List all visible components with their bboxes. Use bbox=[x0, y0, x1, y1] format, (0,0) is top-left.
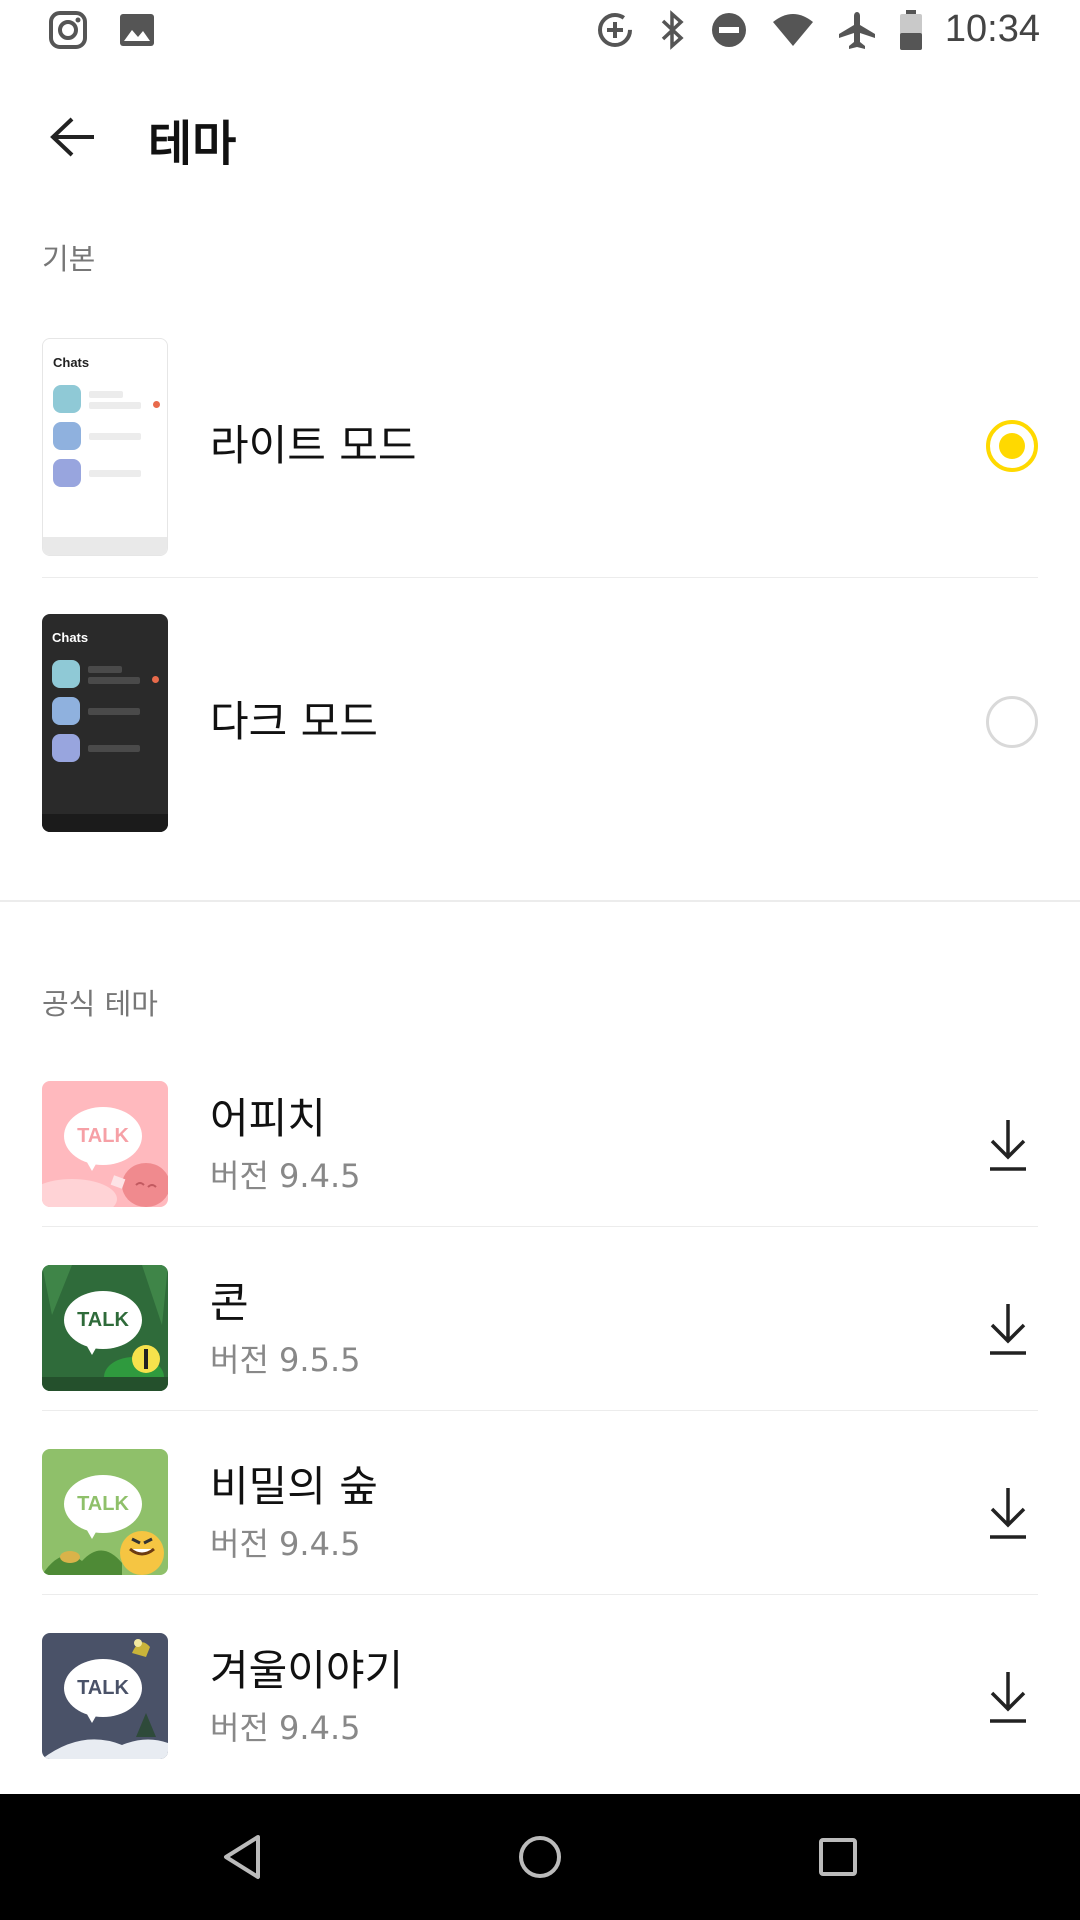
recents-square-icon bbox=[819, 1838, 857, 1876]
official-section-label: 공식 테마 bbox=[42, 987, 158, 1021]
preview-bottom-bar bbox=[43, 537, 167, 555]
theme-label: 다크 모드 bbox=[210, 697, 378, 746]
theme-name: 콘 bbox=[210, 1278, 249, 1327]
thumb-talk-text: TALK bbox=[77, 1676, 129, 1699]
home-circle-icon bbox=[519, 1836, 561, 1878]
preview-line bbox=[89, 433, 141, 440]
light-mode-radio[interactable] bbox=[986, 420, 1038, 472]
preview-line bbox=[88, 745, 140, 752]
theme-name: 어피치 bbox=[210, 1094, 326, 1143]
download-button[interactable] bbox=[978, 1657, 1038, 1737]
back-triangle-icon bbox=[224, 1835, 260, 1879]
official-theme-apeach[interactable]: TALK 어피치 버전 9.4.5 bbox=[42, 1043, 1038, 1227]
data-saver-icon bbox=[597, 12, 632, 47]
download-icon bbox=[990, 1120, 1026, 1171]
theme-version: 버전 9.4.5 bbox=[210, 1157, 361, 1195]
talk-bubble-tail bbox=[84, 1525, 100, 1539]
talk-bubble-tail bbox=[84, 1341, 100, 1355]
preview-line bbox=[89, 470, 141, 477]
preview-title: Chats bbox=[52, 630, 89, 645]
preview-badge bbox=[152, 676, 159, 683]
download-icon bbox=[990, 1488, 1026, 1539]
bluetooth-icon bbox=[661, 9, 684, 50]
theme-version: 버전 9.4.5 bbox=[210, 1525, 361, 1563]
preview-line bbox=[88, 708, 140, 715]
back-button[interactable] bbox=[38, 102, 108, 172]
thumb-talk-text: TALK bbox=[77, 1124, 129, 1147]
nav-home-button[interactable] bbox=[510, 1827, 570, 1887]
preview-badge bbox=[153, 401, 160, 408]
system-nav-bar bbox=[0, 1794, 1080, 1920]
winter-story-theme-thumbnail: TALK bbox=[42, 1633, 168, 1759]
basic-section-label: 기본 bbox=[42, 242, 96, 276]
theme-option-light-mode[interactable]: Chats 라이트 모드 bbox=[42, 308, 1038, 578]
wifi-icon bbox=[772, 13, 813, 46]
preview-line bbox=[88, 666, 122, 673]
section-divider bbox=[0, 900, 1080, 902]
dark-mode-preview: Chats bbox=[42, 614, 168, 832]
preview-line bbox=[89, 402, 141, 409]
talk-bubble-tail bbox=[84, 1709, 100, 1723]
download-button[interactable] bbox=[978, 1289, 1038, 1369]
light-mode-preview: Chats bbox=[42, 338, 168, 556]
nav-back-button[interactable] bbox=[212, 1827, 272, 1887]
thumb-talk-text: TALK bbox=[77, 1492, 129, 1515]
battery-icon bbox=[899, 9, 922, 50]
official-theme-con[interactable]: TALK 콘 버전 9.5.5 bbox=[42, 1227, 1038, 1411]
image-icon bbox=[120, 14, 154, 46]
do-not-disturb-icon bbox=[711, 12, 746, 47]
page-title: 테마 bbox=[148, 116, 237, 172]
preview-line bbox=[88, 677, 140, 684]
preview-chat-avatar bbox=[53, 422, 81, 450]
preview-chat-avatar bbox=[52, 697, 80, 725]
theme-name: 비밀의 숲 bbox=[210, 1462, 378, 1511]
status-right-icons: 10:34 bbox=[595, 8, 1040, 51]
preview-bottom-bar bbox=[42, 814, 168, 832]
theme-option-dark-mode[interactable]: Chats 다크 모드 bbox=[42, 584, 1038, 854]
airplane-mode-icon bbox=[838, 11, 875, 49]
con-theme-thumbnail: TALK bbox=[42, 1265, 168, 1391]
preview-title: Chats bbox=[53, 355, 90, 370]
dark-mode-radio[interactable] bbox=[986, 696, 1038, 748]
theme-name: 겨울이야기 bbox=[210, 1646, 404, 1695]
apeach-theme-thumbnail: TALK bbox=[42, 1081, 168, 1207]
theme-version: 버전 9.5.5 bbox=[210, 1341, 361, 1379]
talk-bubble: TALK bbox=[64, 1659, 142, 1717]
download-button[interactable] bbox=[978, 1105, 1038, 1185]
talk-bubble: TALK bbox=[64, 1107, 142, 1165]
nav-recents-button[interactable] bbox=[808, 1827, 868, 1887]
instagram-icon bbox=[49, 11, 87, 49]
thumb-talk-text: TALK bbox=[77, 1308, 129, 1331]
status-time: 10:34 bbox=[944, 8, 1040, 50]
talk-bubble: TALK bbox=[64, 1291, 142, 1349]
talk-bubble: TALK bbox=[64, 1475, 142, 1533]
talk-bubble-tail bbox=[84, 1157, 100, 1171]
preview-chat-avatar bbox=[52, 660, 80, 688]
download-button[interactable] bbox=[978, 1473, 1038, 1553]
arrow-left-icon bbox=[50, 117, 94, 157]
status-bar: 10:34 bbox=[0, 0, 1080, 64]
download-icon bbox=[990, 1672, 1026, 1723]
theme-version: 버전 9.4.5 bbox=[210, 1709, 361, 1747]
download-icon bbox=[990, 1304, 1026, 1355]
status-left-icons bbox=[48, 10, 156, 50]
preview-chat-avatar bbox=[52, 734, 80, 762]
secret-forest-theme-thumbnail: TALK bbox=[42, 1449, 168, 1575]
preview-chat-avatar bbox=[53, 459, 81, 487]
theme-label: 라이트 모드 bbox=[210, 421, 417, 470]
preview-chat-avatar bbox=[53, 385, 81, 413]
preview-line bbox=[89, 391, 123, 398]
official-theme-secret-forest[interactable]: TALK 비밀의 숲 버전 9.4.5 bbox=[42, 1411, 1038, 1595]
app-bar: 테마 bbox=[0, 74, 1080, 194]
official-theme-winter-story[interactable]: TALK 겨울이야기 버전 9.4.5 bbox=[42, 1595, 1038, 1779]
